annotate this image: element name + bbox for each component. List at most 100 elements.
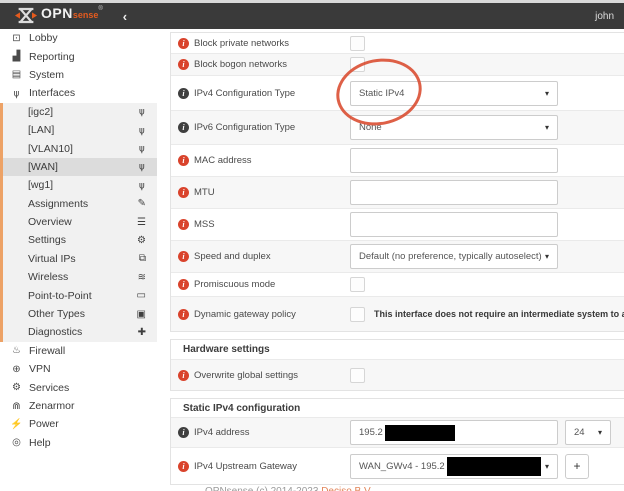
opnsense-logo[interactable]: OPN sense ® bbox=[14, 4, 103, 29]
sidebar-item-help[interactable]: ◎ Help bbox=[0, 434, 157, 452]
sidebar-item-lobby[interactable]: ⊡ Lobby bbox=[0, 29, 157, 47]
medkit-icon: ✚ bbox=[138, 327, 146, 338]
sidebar-collapse-chevron-icon[interactable]: ‹ bbox=[123, 10, 127, 23]
sitemap-icon: ⋔ bbox=[138, 180, 146, 191]
copy-icon: ⧉ bbox=[139, 253, 146, 264]
info-icon: i bbox=[178, 461, 189, 472]
caret-down-icon: ▾ bbox=[545, 252, 549, 261]
caret-down-icon: ▾ bbox=[545, 89, 549, 98]
reporting-chart-icon: ▟ bbox=[9, 51, 24, 62]
system-icon: ▤ bbox=[9, 69, 24, 80]
sidebar-item-firewall[interactable]: ♨ Firewall bbox=[0, 342, 157, 360]
info-icon: i bbox=[178, 427, 189, 438]
sidebar-item-wan-selected[interactable]: [WAN] ⋔ bbox=[3, 158, 157, 176]
sidebar-item-assignments[interactable]: Assignments ✎ bbox=[3, 195, 157, 213]
mtu-input[interactable] bbox=[350, 180, 558, 205]
sidebar-item-zenarmor[interactable]: ⋒ Zenarmor bbox=[0, 397, 157, 415]
gears-icon: ⚙ bbox=[137, 235, 146, 246]
sitemap-icon: ⋔ bbox=[138, 161, 146, 172]
info-icon: i bbox=[178, 38, 189, 49]
globe-lock-icon: ⊕ bbox=[9, 364, 24, 375]
row-mss: iMSS bbox=[171, 209, 624, 241]
field-label: Overwrite global settings bbox=[194, 370, 298, 381]
pencil-icon: ✎ bbox=[138, 198, 146, 209]
wan-interface-form: iBlock private networks iBlock bogon net… bbox=[170, 32, 624, 491]
app-header: OPN sense ® ‹ john bbox=[0, 3, 624, 29]
caret-down-icon: ▾ bbox=[545, 462, 549, 471]
info-icon: i bbox=[178, 309, 189, 320]
sidebar-item-system[interactable]: ▤ System bbox=[0, 66, 157, 84]
info-icon: i bbox=[178, 59, 189, 70]
footer-link[interactable]: Deciso B.V. bbox=[321, 486, 372, 491]
ipv4-upstream-gateway-select[interactable]: WAN_GWv4 - 195.2 ▾ bbox=[350, 454, 558, 479]
sitemap-icon: ⋔ bbox=[138, 106, 146, 117]
ipv6-configuration-type-select[interactable]: None ▾ bbox=[350, 115, 558, 140]
sitemap-icon: ⋔ bbox=[138, 143, 146, 154]
plug-icon: ⚡ bbox=[9, 419, 24, 430]
sidebar-item-power[interactable]: ⚡ Power bbox=[0, 415, 157, 433]
dynamic-gateway-policy-checkbox[interactable] bbox=[350, 307, 365, 322]
row-ipv4-upstream-gateway: iIPv4 Upstream Gateway WAN_GWv4 - 195.2 … bbox=[171, 448, 624, 484]
promiscuous-mode-checkbox[interactable] bbox=[350, 277, 365, 292]
row-speed-and-duplex: iSpeed and duplex Default (no preference… bbox=[171, 241, 624, 273]
add-gateway-button[interactable]: + bbox=[565, 454, 589, 479]
speed-and-duplex-select[interactable]: Default (no preference, typically autose… bbox=[350, 244, 558, 269]
gear-icon: ⚙ bbox=[9, 382, 24, 393]
fire-icon: ♨ bbox=[9, 345, 24, 356]
section-title: Hardware settings bbox=[171, 344, 270, 355]
sidebar-item-vpn[interactable]: ⊕ VPN bbox=[0, 360, 157, 378]
sidebar-item-vlan10[interactable]: [VLAN10] ⋔ bbox=[3, 139, 157, 157]
info-icon: i bbox=[178, 251, 189, 262]
info-icon: i bbox=[178, 122, 189, 133]
block-bogon-networks-checkbox[interactable] bbox=[350, 57, 365, 72]
sidebar-item-lan[interactable]: [LAN] ⋔ bbox=[3, 121, 157, 139]
sidebar-item-wg1[interactable]: [wg1] ⋔ bbox=[3, 176, 157, 194]
sidebar-item-overview[interactable]: Overview ☰ bbox=[3, 213, 157, 231]
sidebar-item-reporting[interactable]: ▟ Reporting bbox=[0, 47, 157, 65]
ipv4-cidr-select[interactable]: 24 ▾ bbox=[565, 420, 611, 445]
checkbox-label: This interface does not require an inter… bbox=[374, 309, 624, 319]
sidebar-item-virtual-ips[interactable]: Virtual IPs ⧉ bbox=[3, 250, 157, 268]
block-private-networks-checkbox[interactable] bbox=[350, 36, 365, 51]
overwrite-global-settings-checkbox[interactable] bbox=[350, 368, 365, 383]
ipv4-configuration-type-select[interactable]: Static IPv4 ▾ bbox=[350, 81, 558, 106]
lobby-icon: ⊡ bbox=[9, 33, 24, 44]
row-ipv4-address: i IPv4 address 195.2 24 ▾ bbox=[171, 418, 624, 448]
sidebar-item-diagnostics[interactable]: Diagnostics ✚ bbox=[3, 323, 157, 341]
row-mac-address: iMAC address bbox=[171, 145, 624, 177]
binoculars-icon: ⋒ bbox=[9, 401, 24, 412]
field-label: MAC address bbox=[194, 155, 252, 166]
sidebar-item-interfaces[interactable]: ⋔ Interfaces bbox=[0, 84, 157, 102]
sidebar-item-settings[interactable]: Settings ⚙ bbox=[3, 231, 157, 249]
brand-sense: sense bbox=[73, 10, 99, 20]
hourglass-logo-icon bbox=[14, 4, 41, 29]
info-icon: i bbox=[178, 279, 189, 290]
life-ring-icon: ◎ bbox=[9, 437, 24, 448]
sidebar-item-igc2[interactable]: [igc2] ⋔ bbox=[3, 103, 157, 121]
row-ipv6-configuration-type: iIPv6 Configuration Type None ▾ bbox=[171, 111, 624, 145]
sidebar-item-point-to-point[interactable]: Point-to-Point ▭ bbox=[3, 286, 157, 304]
sidebar-item-other-types[interactable]: Other Types ▣ bbox=[3, 305, 157, 323]
row-overwrite-global-settings: iOverwrite global settings bbox=[171, 360, 624, 390]
field-label: IPv4 address bbox=[194, 427, 249, 438]
info-icon: i bbox=[178, 187, 189, 198]
footer-text: OPNsense (c) 2014-2023 Deciso B.V. bbox=[205, 486, 373, 491]
caret-down-icon: ▾ bbox=[598, 428, 602, 437]
sidebar-item-wireless[interactable]: Wireless ≋ bbox=[3, 268, 157, 286]
sidebar-item-services[interactable]: ⚙ Services bbox=[0, 378, 157, 396]
row-ipv4-configuration-type: iIPv4 Configuration Type Static IPv4 ▾ bbox=[171, 76, 624, 111]
mss-input[interactable] bbox=[350, 212, 558, 237]
redaction-box bbox=[385, 425, 455, 441]
section-header-hardware-settings: Hardware settings bbox=[171, 340, 624, 360]
basic-settings-table: iBlock private networks iBlock bogon net… bbox=[170, 32, 624, 332]
static-ipv4-configuration-table: Static IPv4 configuration i IPv4 address … bbox=[170, 398, 624, 485]
field-label: Promiscuous mode bbox=[194, 279, 275, 290]
mac-address-input[interactable] bbox=[350, 148, 558, 173]
field-label: Block bogon networks bbox=[194, 59, 287, 70]
opnsense-interface-settings-screen: OPN sense ® ‹ john ⊡ Lobby ▟ Reporting ▤… bbox=[0, 0, 624, 491]
ipv4-address-input[interactable]: 195.2 bbox=[350, 420, 558, 445]
username-menu[interactable]: john bbox=[595, 11, 614, 22]
hardware-settings-table: Hardware settings iOverwrite global sett… bbox=[170, 339, 624, 391]
info-icon: i bbox=[178, 88, 189, 99]
section-header-static-ipv4-configuration: Static IPv4 configuration bbox=[171, 399, 624, 418]
